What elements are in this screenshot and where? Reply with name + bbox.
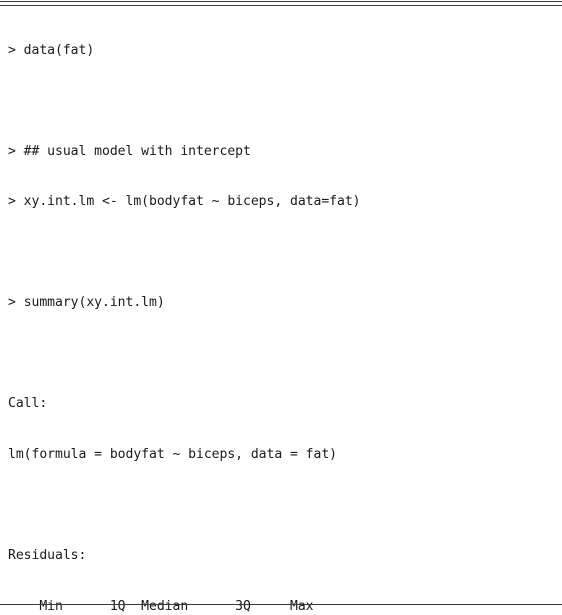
console-line: > ## usual model with intercept [8, 143, 251, 159]
top-rule-second [0, 5, 562, 6]
console-line: Min 1Q Median 3Q Max [8, 598, 314, 614]
console-line: Call: [8, 396, 48, 412]
top-rule-first [0, 1, 562, 2]
r-console-transcript: > data(fat) > ## usual model with interc… [0, 9, 562, 615]
console-line: Residuals: [8, 548, 87, 563]
console-line: > data(fat) [8, 42, 95, 58]
bottom-rule [0, 604, 562, 605]
console-line: > xy.int.lm <- lm(bodyfat ~ biceps, data… [8, 194, 361, 210]
document-page: > data(fat) > ## usual model with interc… [0, 0, 562, 615]
console-line: lm(formula = bodyfat ~ biceps, data = fa… [8, 446, 337, 462]
console-line: > summary(xy.int.lm) [8, 295, 165, 311]
